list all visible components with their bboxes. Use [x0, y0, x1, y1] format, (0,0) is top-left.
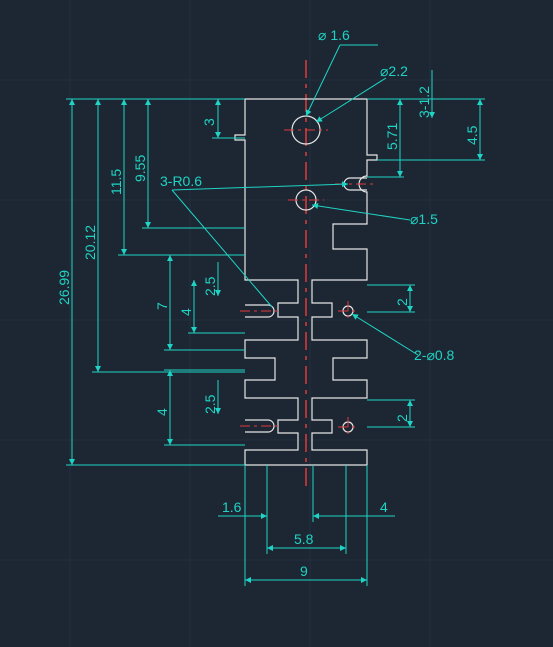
dim-4b: 4	[154, 370, 245, 445]
dim-2-5b: 2.5	[202, 380, 218, 414]
dim-dia-2-2: ⌀2.2	[316, 63, 408, 122]
svg-text:9.55: 9.55	[132, 155, 148, 182]
svg-text:2: 2	[394, 414, 410, 422]
svg-text:2.5: 2.5	[202, 394, 218, 414]
svg-text:5.71: 5.71	[384, 123, 400, 150]
svg-text:4: 4	[380, 499, 388, 515]
svg-text:3-R0.6: 3-R0.6	[160, 173, 202, 189]
dim-3-r0-6: 3-R0.6	[160, 173, 348, 307]
svg-text:11.5: 11.5	[108, 169, 124, 195]
slots-left	[245, 305, 274, 432]
svg-text:4: 4	[178, 308, 194, 316]
holes	[284, 116, 358, 437]
dim-dia-1-5: ⌀1.5	[312, 205, 438, 227]
svg-text:20.12: 20.12	[82, 225, 98, 260]
dim-2b: 2	[367, 400, 415, 427]
dim-bot-4: 4	[313, 465, 395, 522]
dim-2-5a: 2.5	[202, 262, 218, 296]
svg-text:26.99: 26.99	[56, 270, 72, 305]
svg-text:7: 7	[154, 302, 170, 310]
svg-text:9: 9	[300, 563, 308, 579]
svg-text:3-1.2: 3-1.2	[416, 86, 432, 118]
dim-bot-1-6: 1.6	[218, 465, 267, 522]
dim-7: 7	[154, 255, 245, 350]
dim-top-3: 3	[201, 99, 245, 138]
svg-text:2.5: 2.5	[202, 276, 218, 296]
svg-text:⌀1.5: ⌀1.5	[410, 211, 438, 227]
grid	[0, 0, 553, 647]
svg-text:⌀2.2: ⌀2.2	[380, 63, 408, 79]
svg-text:⌀ 1.6: ⌀ 1.6	[318, 27, 350, 43]
svg-text:2: 2	[394, 298, 410, 306]
svg-text:1.6: 1.6	[222, 499, 242, 515]
svg-text:4: 4	[154, 408, 170, 416]
svg-text:2-⌀0.8: 2-⌀0.8	[414, 347, 455, 363]
dim-5-71: 5.71	[367, 99, 404, 177]
svg-text:3: 3	[201, 118, 217, 126]
dim-2a: 2	[367, 285, 415, 312]
cad-drawing: ⌀ 1.6 ⌀2.2 3 3-1.2 5.71 4.5 9.55	[0, 0, 553, 647]
svg-text:4.5: 4.5	[464, 125, 480, 145]
dim-20-12: 20.12	[82, 99, 245, 372]
svg-text:5.8: 5.8	[294, 531, 314, 547]
